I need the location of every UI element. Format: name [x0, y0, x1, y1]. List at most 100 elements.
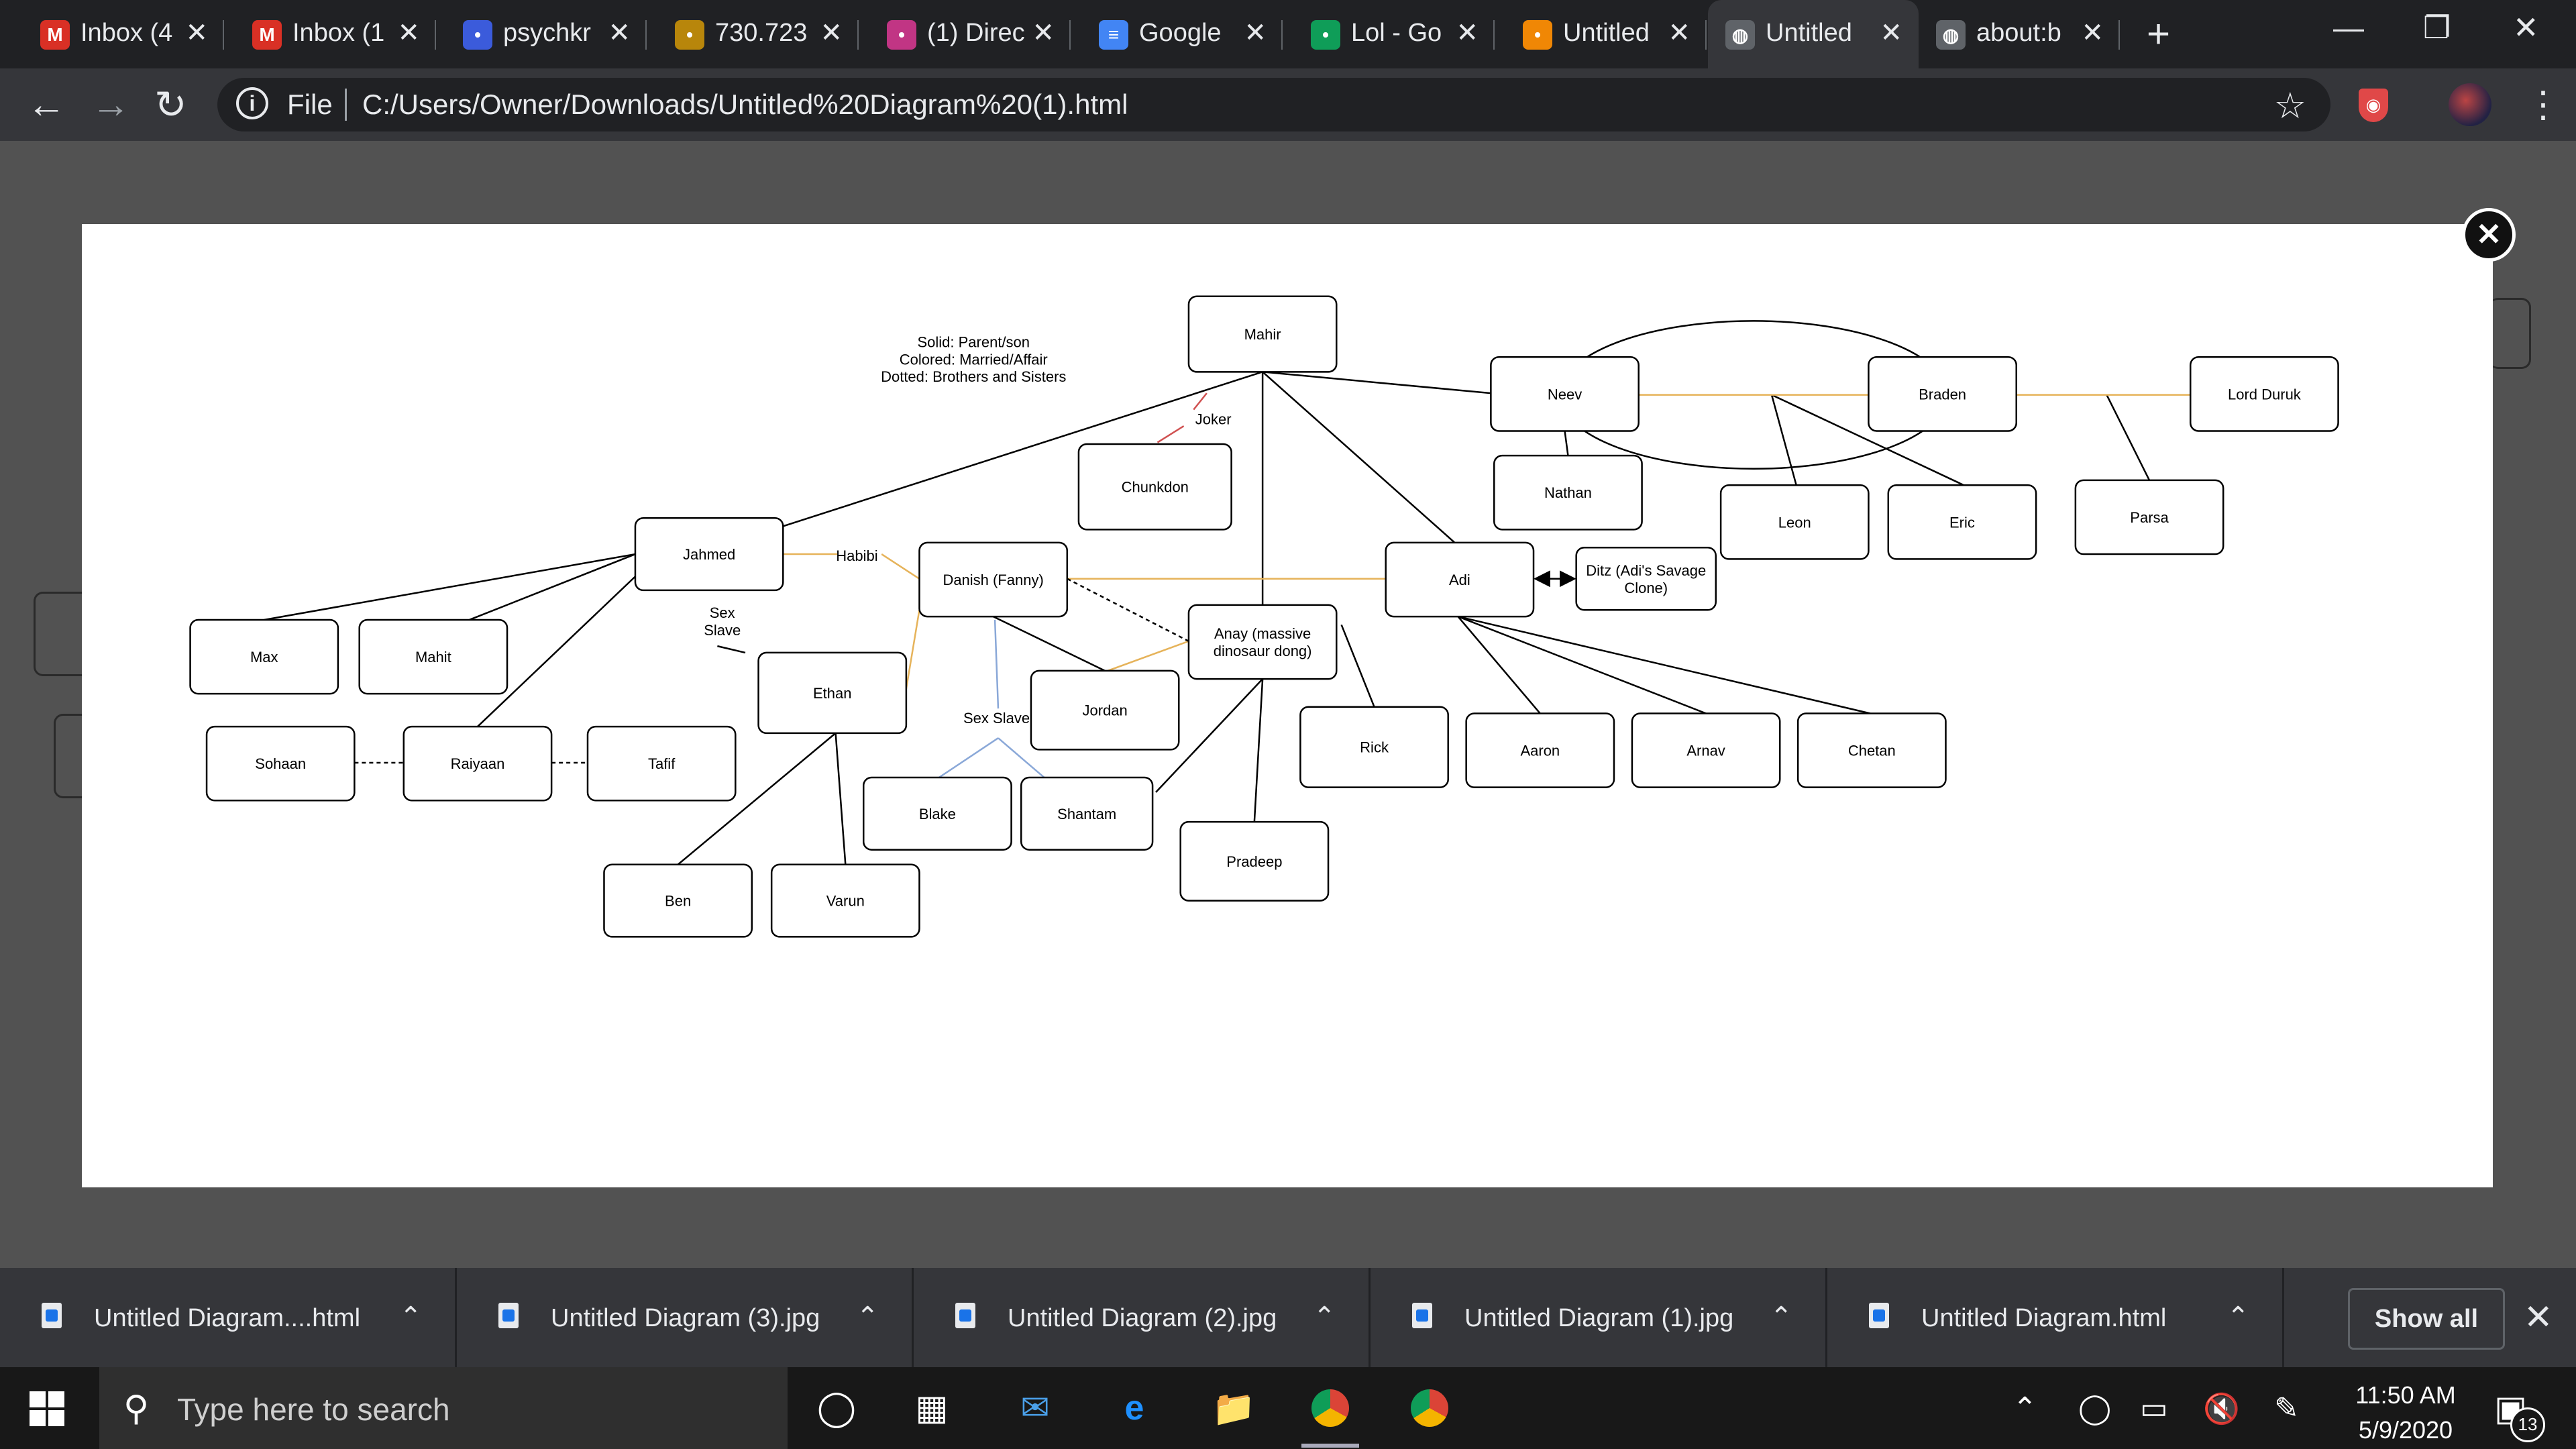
download-item[interactable]: Untitled Diagram.html ⌃: [1827, 1268, 2284, 1367]
tab[interactable]: M Inbox (1 ✕: [235, 0, 436, 68]
tab-close-icon[interactable]: ✕: [1032, 17, 1055, 48]
download-item[interactable]: Untitled Diagram (3).jpg ⌃: [457, 1268, 914, 1367]
node-jordan[interactable]: Jordan: [1030, 669, 1180, 751]
chrome-profile-icon[interactable]: [1406, 1385, 1453, 1432]
taskbar-search-box[interactable]: ⚲ Type here to search: [99, 1367, 788, 1449]
node-neev[interactable]: Neev: [1490, 356, 1640, 432]
chevron-up-icon[interactable]: ⌃: [1770, 1301, 1792, 1332]
node-mahit[interactable]: Mahit: [358, 619, 508, 695]
node-parsa[interactable]: Parsa: [2074, 479, 2224, 555]
node-arnav[interactable]: Arnav: [1631, 712, 1781, 788]
node-raiyaan[interactable]: Raiyaan: [402, 725, 553, 802]
clock[interactable]: 11:50 AM 5/9/2020: [2345, 1378, 2466, 1448]
reload-button[interactable]: ↻: [154, 82, 187, 127]
chevron-up-icon[interactable]: ⌃: [399, 1301, 422, 1332]
tab[interactable]: • (1) Direc ✕: [869, 0, 1071, 68]
tab-close-icon[interactable]: ✕: [1880, 17, 1902, 48]
tab-title: 730.723: [715, 19, 808, 47]
show-all-button[interactable]: Show all: [2348, 1288, 2505, 1350]
windows-start-icon[interactable]: [30, 1391, 64, 1426]
download-item[interactable]: Untitled Diagram (2).jpg ⌃: [914, 1268, 1371, 1367]
wifi-icon[interactable]: ◯: [2078, 1391, 2111, 1426]
node-danish[interactable]: Danish (Fanny): [918, 541, 1069, 618]
drive-icon: •: [1311, 20, 1340, 50]
tab[interactable]: ◍ about:b ✕: [1919, 0, 2120, 68]
download-item[interactable]: Untitled Diagram (1).jpg ⌃: [1371, 1268, 1827, 1367]
node-shantam[interactable]: Shantam: [1020, 776, 1154, 851]
chevron-up-icon[interactable]: ⌃: [2012, 1391, 2037, 1426]
node-jahmed[interactable]: Jahmed: [634, 517, 784, 592]
tab-close-icon[interactable]: ✕: [2081, 17, 2104, 48]
node-ethan[interactable]: Ethan: [757, 651, 908, 735]
node-adi[interactable]: Adi: [1385, 541, 1535, 618]
tab[interactable]: • 730.723 ✕: [657, 0, 859, 68]
forward-button[interactable]: →: [91, 82, 130, 127]
chevron-up-icon[interactable]: ⌃: [856, 1301, 879, 1332]
tab[interactable]: • Lol - Go ✕: [1293, 0, 1495, 68]
bookmark-star-icon[interactable]: ☆: [2274, 85, 2306, 127]
pen-icon[interactable]: ✎: [2274, 1391, 2299, 1426]
node-chunkdon[interactable]: Chunkdon: [1077, 443, 1232, 531]
window-close-button[interactable]: ✕: [2513, 9, 2539, 46]
node-label: Mahir: [1244, 326, 1281, 343]
node-nathan[interactable]: Nathan: [1493, 454, 1643, 531]
battery-icon[interactable]: ▭: [2140, 1391, 2168, 1426]
node-label: Max: [250, 649, 278, 665]
node-label: Jordan: [1082, 702, 1127, 719]
node-aaron[interactable]: Aaron: [1465, 712, 1615, 788]
download-item[interactable]: Untitled Diagram....html ⌃: [0, 1268, 457, 1367]
tab-close-icon[interactable]: ✕: [397, 17, 420, 48]
chevron-up-icon[interactable]: ⌃: [1313, 1301, 1336, 1332]
search-icon: ⚲: [123, 1389, 150, 1428]
chevron-up-icon[interactable]: ⌃: [2226, 1301, 2249, 1332]
node-blake[interactable]: Blake: [862, 776, 1012, 851]
node-pradeep[interactable]: Pradeep: [1179, 820, 1330, 902]
file-explorer-icon[interactable]: 📁: [1210, 1385, 1257, 1432]
address-bar[interactable]: i File C:/Users/Owner/Downloads/Untitled…: [217, 78, 2330, 131]
tab-close-icon[interactable]: ✕: [1456, 17, 1479, 48]
tab[interactable]: • Untitled ✕: [1505, 0, 1707, 68]
tab-close-icon[interactable]: ✕: [820, 17, 843, 48]
tab-close-icon[interactable]: ✕: [1244, 17, 1267, 48]
node-varun[interactable]: Varun: [770, 863, 920, 938]
tab-close-icon[interactable]: ✕: [608, 17, 631, 48]
restore-button[interactable]: ❐: [2423, 9, 2451, 46]
node-anay[interactable]: Anay (massivedinosaur dong): [1187, 604, 1338, 680]
node-sohaan[interactable]: Sohaan: [205, 725, 356, 802]
node-chetan[interactable]: Chetan: [1796, 712, 1947, 788]
info-icon[interactable]: i: [236, 87, 268, 119]
tab-close-icon[interactable]: ✕: [1668, 17, 1690, 48]
mail-icon[interactable]: ✉: [1012, 1385, 1059, 1432]
clock-time: 11:50 AM: [2355, 1381, 2456, 1409]
node-max[interactable]: Max: [189, 619, 339, 695]
minimize-button[interactable]: —: [2333, 9, 2364, 46]
node-ditz[interactable]: Ditz (Adi's SavageClone): [1575, 547, 1717, 611]
node-eric[interactable]: Eric: [1887, 484, 2037, 560]
menu-icon[interactable]: ⋮: [2525, 83, 2561, 125]
volume-muted-icon[interactable]: 🔇: [2203, 1391, 2240, 1426]
node-tafif[interactable]: Tafif: [586, 725, 737, 802]
back-button[interactable]: ←: [27, 82, 66, 127]
node-mahir[interactable]: Mahir: [1187, 295, 1338, 373]
node-braden[interactable]: Braden: [1868, 356, 2017, 432]
tab[interactable]: M Inbox (4 ✕: [23, 0, 224, 68]
task-view-icon[interactable]: ▦: [908, 1385, 955, 1432]
tab[interactable]: • psychkr ✕: [445, 0, 647, 68]
close-icon[interactable]: ✕: [2462, 208, 2516, 262]
node-ben[interactable]: Ben: [603, 863, 753, 938]
tab[interactable]: ≡ Google ✕: [1081, 0, 1283, 68]
cortana-icon[interactable]: ◯: [813, 1385, 860, 1432]
node-leon[interactable]: Leon: [1719, 484, 1870, 560]
node-rick[interactable]: Rick: [1299, 706, 1449, 788]
new-tab-button[interactable]: +: [2147, 11, 2170, 57]
parent-edge: [1564, 431, 1569, 456]
chrome-icon[interactable]: [1301, 1385, 1359, 1448]
edge-icon[interactable]: e: [1111, 1385, 1158, 1432]
url-text[interactable]: C:/Users/Owner/Downloads/Untitled%20Diag…: [362, 89, 1128, 121]
adblock-shield-icon[interactable]: ◉: [2359, 89, 2388, 122]
node-lord[interactable]: Lord Duruk: [2189, 356, 2339, 432]
tab-close-icon[interactable]: ✕: [185, 17, 208, 48]
close-downloads-icon[interactable]: ✕: [2524, 1297, 2553, 1338]
tab[interactable]: ◍ Untitled ✕: [1708, 0, 1919, 68]
profile-avatar[interactable]: [2449, 83, 2491, 126]
